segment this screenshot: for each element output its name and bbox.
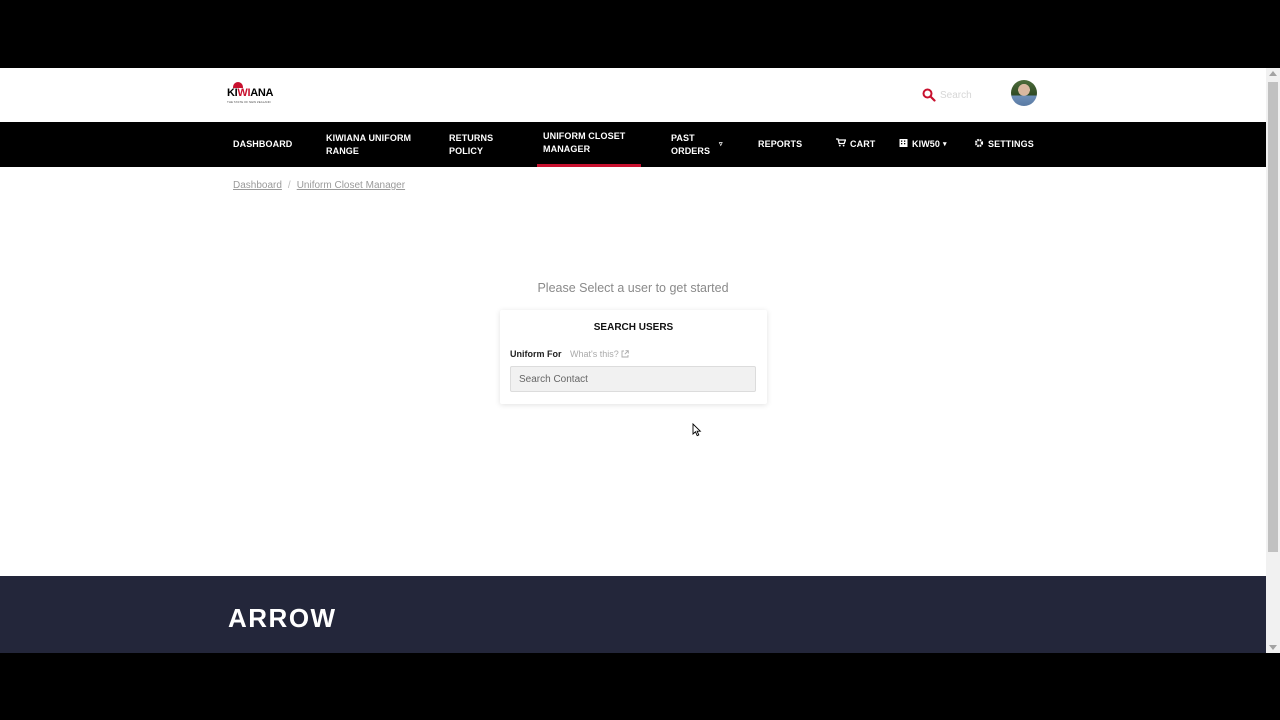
browser-viewport: KIWIANA THE TASTE OF NEW ZEALAND DASHBOA… bbox=[0, 68, 1280, 653]
nav-settings[interactable]: SETTINGS bbox=[974, 122, 1034, 167]
letterbox-top bbox=[0, 0, 1280, 68]
uniform-for-label: Uniform For bbox=[510, 349, 562, 359]
arrow-logo: ARROW bbox=[228, 603, 337, 633]
nav-returns-policy[interactable]: RETURNS POLICY bbox=[449, 122, 509, 167]
scroll-up-icon[interactable] bbox=[1269, 71, 1277, 76]
scroll-down-icon[interactable] bbox=[1269, 645, 1277, 650]
nav-dashboard-label: DASHBOARD bbox=[233, 139, 293, 149]
select-user-prompt: Please Select a user to get started bbox=[537, 281, 729, 295]
cart-icon bbox=[836, 138, 847, 151]
breadcrumb-dashboard[interactable]: Dashboard bbox=[233, 180, 282, 191]
breadcrumb: Dashboard / Uniform Closet Manager bbox=[233, 180, 405, 191]
nav-settings-label: SETTINGS bbox=[988, 139, 1034, 149]
building-icon bbox=[899, 138, 908, 151]
nav-returns-policy-label: RETURNS POLICY bbox=[449, 132, 494, 156]
gear-icon bbox=[974, 138, 984, 152]
nav-cart[interactable]: CART bbox=[836, 122, 875, 167]
caret-down-icon: ▾ bbox=[943, 141, 947, 148]
nav-kiwiana-uniform-range[interactable]: KIWIANA UNIFORM RANGE bbox=[326, 122, 421, 167]
kiwiana-logo[interactable]: KIWIANA THE TASTE OF NEW ZEALAND bbox=[227, 82, 279, 106]
site-header: KIWIANA THE TASTE OF NEW ZEALAND bbox=[0, 68, 1266, 122]
header-search bbox=[922, 87, 992, 103]
letterbox-bottom bbox=[0, 653, 1280, 720]
main-nav: DASHBOARD KIWIANA UNIFORM RANGE RETURNS … bbox=[0, 122, 1266, 167]
search-icon[interactable] bbox=[922, 88, 936, 102]
nav-cart-label: CART bbox=[850, 139, 876, 149]
site-footer: ARROW bbox=[0, 576, 1266, 653]
search-contact-input[interactable] bbox=[510, 366, 756, 392]
scrollbar-thumb[interactable] bbox=[1268, 82, 1278, 552]
nav-past-orders[interactable]: PAST ORDERS ▿ bbox=[671, 122, 731, 167]
user-avatar[interactable] bbox=[1011, 80, 1037, 106]
chevron-down-icon: ▿ bbox=[719, 141, 723, 148]
logo-tagline: THE TASTE OF NEW ZEALAND bbox=[227, 100, 271, 104]
page: KIWIANA THE TASTE OF NEW ZEALAND DASHBOA… bbox=[0, 68, 1266, 653]
nav-dashboard[interactable]: DASHBOARD bbox=[233, 122, 292, 167]
nav-account-kiw50[interactable]: KIW50 ▾ bbox=[899, 122, 947, 167]
breadcrumb-uniform-closet-manager[interactable]: Uniform Closet Manager bbox=[297, 180, 405, 191]
card-title: SEARCH USERS bbox=[593, 322, 674, 333]
nav-account-label: KIW50 bbox=[912, 139, 941, 149]
header-search-input[interactable] bbox=[940, 87, 992, 103]
whats-this-link[interactable]: What's this? bbox=[570, 349, 629, 359]
nav-past-orders-label: PAST ORDERS bbox=[671, 132, 711, 156]
nav-uniform-closet-manager[interactable]: UNIFORM CLOSET MANAGER bbox=[537, 122, 641, 167]
logo-text: KIWIANA bbox=[227, 87, 274, 99]
page-scrollbar[interactable] bbox=[1266, 68, 1280, 653]
nav-reports[interactable]: REPORTS bbox=[758, 122, 802, 167]
whats-this-label: What's this? bbox=[570, 349, 619, 359]
external-link-icon bbox=[621, 350, 629, 358]
breadcrumb-separator: / bbox=[287, 180, 291, 191]
mouse-cursor-icon bbox=[692, 423, 702, 437]
nav-kiwiana-uniform-range-label: KIWIANA UNIFORM RANGE bbox=[326, 132, 412, 156]
nav-reports-label: REPORTS bbox=[758, 139, 803, 149]
nav-uniform-closet-manager-label: UNIFORM CLOSET MANAGER bbox=[543, 131, 626, 154]
search-users-card: SEARCH USERS Uniform For What's this? bbox=[500, 310, 767, 404]
